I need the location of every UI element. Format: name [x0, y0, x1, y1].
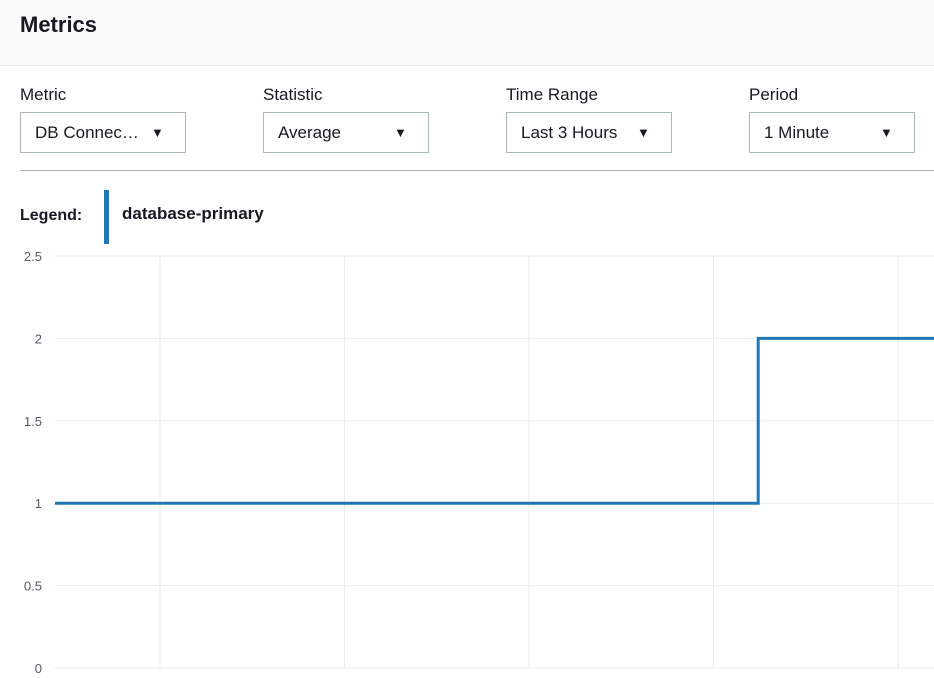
legend-swatch: [104, 190, 109, 244]
time-range-select[interactable]: Last 3 Hours ▼: [506, 112, 672, 153]
y-tick-label: 0.5: [24, 579, 42, 594]
metric-label: Metric: [20, 85, 67, 104]
time-range-label: Time Range: [506, 85, 598, 104]
period-select[interactable]: 1 Minute ▼: [749, 112, 915, 153]
legend-title: Legend:: [20, 207, 83, 224]
y-tick-label: 0: [35, 661, 42, 676]
metric-controls: Metric DB Connec… ▼ Statistic Average ▼ …: [0, 66, 934, 172]
chevron-down-icon: ▼: [151, 125, 164, 140]
y-tick-label: 1: [35, 496, 42, 511]
y-axis-ticks: 0 0.5 1 1.5 2 2.5: [24, 249, 42, 676]
statistic-label: Statistic: [263, 85, 323, 104]
section-divider: [20, 170, 934, 171]
y-tick-label: 2.5: [24, 249, 42, 264]
chevron-down-icon: ▼: [394, 125, 407, 140]
legend-series-name[interactable]: database-primary: [122, 204, 264, 224]
chevron-down-icon: ▼: [880, 125, 893, 140]
panel-title: Metrics: [20, 12, 98, 37]
time-range-control: Time Range: [506, 84, 598, 106]
chevron-down-icon: ▼: [637, 125, 650, 140]
metric-select-value: DB Connec…: [35, 123, 139, 142]
period-select-value: 1 Minute: [764, 123, 830, 142]
statistic-select[interactable]: Average ▼: [263, 112, 429, 153]
period-control: Period: [749, 84, 798, 106]
time-range-select-value: Last 3 Hours: [521, 123, 618, 142]
metric-control: Metric: [20, 84, 66, 106]
y-tick-label: 2: [35, 331, 42, 346]
statistic-select-value: Average: [278, 123, 342, 142]
metric-select[interactable]: DB Connec… ▼: [20, 112, 186, 153]
statistic-control: Statistic: [263, 84, 323, 106]
y-tick-label: 1.5: [24, 414, 42, 429]
line-chart[interactable]: 0 0.5 1 1.5 2 2.5: [0, 248, 934, 678]
panel-header: Metrics: [0, 0, 934, 66]
period-label: Period: [749, 85, 799, 104]
chart-grid: [55, 255, 934, 669]
